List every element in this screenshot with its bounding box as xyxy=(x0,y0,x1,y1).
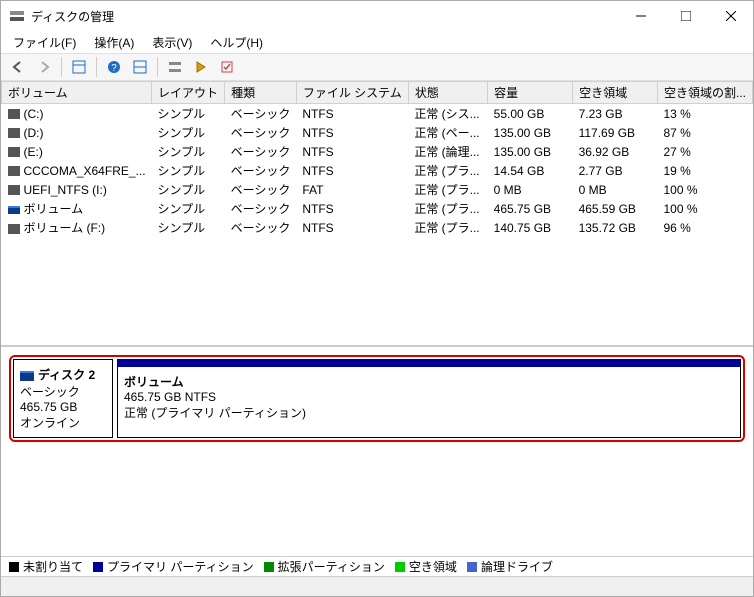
legend-extended: 拡張パーティション xyxy=(278,558,385,575)
disk-size: 465.75 GB xyxy=(20,400,106,414)
menu-action[interactable]: 操作(A) xyxy=(86,32,142,53)
legend-primary-swatch xyxy=(93,562,103,572)
legend-unalloc-swatch xyxy=(9,562,19,572)
app-icon xyxy=(9,8,25,24)
table-row[interactable]: (C:)シンプルベーシックNTFS正常 (シス...55.00 GB7.23 G… xyxy=(2,104,753,124)
refresh-button[interactable] xyxy=(190,56,212,78)
col-filesystem[interactable]: ファイル システム xyxy=(296,82,408,104)
statusbar xyxy=(1,576,753,596)
help-button[interactable]: ? xyxy=(103,56,125,78)
col-type[interactable]: 種類 xyxy=(225,82,297,104)
col-free[interactable]: 空き領域 xyxy=(573,82,658,104)
graphical-view[interactable]: ディスク 2 ベーシック 465.75 GB オンライン ボリューム 465.7… xyxy=(1,346,753,576)
col-status[interactable]: 状態 xyxy=(408,82,487,104)
forward-button[interactable] xyxy=(33,56,55,78)
svg-text:?: ? xyxy=(111,63,117,74)
disk-row[interactable]: ディスク 2 ベーシック 465.75 GB オンライン ボリューム 465.7… xyxy=(9,355,745,442)
volume-icon xyxy=(8,147,20,157)
properties-button[interactable] xyxy=(216,56,238,78)
col-layout[interactable]: レイアウト xyxy=(152,82,225,104)
view-button-1[interactable] xyxy=(68,56,90,78)
legend: 未割り当て プライマリ パーティション 拡張パーティション 空き領域 論理ドライ… xyxy=(1,556,753,576)
col-capacity[interactable]: 容量 xyxy=(488,82,573,104)
legend-free-swatch xyxy=(395,562,405,572)
menubar: ファイル(F) 操作(A) 表示(V) ヘルプ(H) xyxy=(1,31,753,53)
back-button[interactable] xyxy=(7,56,29,78)
menu-help[interactable]: ヘルプ(H) xyxy=(202,32,271,53)
minimize-button[interactable] xyxy=(618,1,663,31)
disk-type: ベーシック xyxy=(20,383,106,400)
partition-name: ボリューム xyxy=(124,375,184,389)
titlebar: ディスクの管理 xyxy=(1,1,753,31)
legend-extended-swatch xyxy=(264,562,274,572)
disk-state: オンライン xyxy=(20,414,106,431)
table-row[interactable]: (E:)シンプルベーシックNTFS正常 (論理...135.00 GB36.92… xyxy=(2,142,753,161)
legend-primary: プライマリ パーティション xyxy=(107,558,254,575)
table-row[interactable]: ボリューム (F:)シンプルベーシックNTFS正常 (プラ...140.75 G… xyxy=(2,218,753,237)
maximize-button[interactable] xyxy=(663,1,708,31)
table-row[interactable]: ボリュームシンプルベーシックNTFS正常 (プラ...465.75 GB465.… xyxy=(2,199,753,218)
column-headers[interactable]: ボリューム レイアウト 種類 ファイル システム 状態 容量 空き領域 空き領域… xyxy=(2,82,753,104)
disk-icon xyxy=(20,371,34,381)
table-row[interactable]: (D:)シンプルベーシックNTFS正常 (ペー...135.00 GB117.6… xyxy=(2,123,753,142)
legend-logical: 論理ドライブ xyxy=(481,558,553,575)
volume-icon xyxy=(8,224,20,234)
menu-file[interactable]: ファイル(F) xyxy=(5,32,84,53)
partition-status: 正常 (プライマリ パーティション) xyxy=(124,404,734,421)
volume-icon xyxy=(8,206,20,214)
disk-label[interactable]: ディスク 2 ベーシック 465.75 GB オンライン xyxy=(13,359,113,438)
window-controls xyxy=(618,1,753,31)
legend-unalloc: 未割り当て xyxy=(23,558,83,575)
disk-name: ディスク 2 xyxy=(38,368,95,382)
close-button[interactable] xyxy=(708,1,753,31)
volume-icon xyxy=(8,185,20,195)
window-title: ディスクの管理 xyxy=(31,8,618,25)
list-view-button[interactable] xyxy=(164,56,186,78)
volume-icon xyxy=(8,166,20,176)
legend-logical-swatch xyxy=(467,562,477,572)
col-percent[interactable]: 空き領域の割... xyxy=(657,82,752,104)
volume-icon xyxy=(8,128,20,138)
partition-info: 465.75 GB NTFS xyxy=(124,390,734,404)
toolbar: ? xyxy=(1,53,753,81)
volume-icon xyxy=(8,109,20,119)
col-volume[interactable]: ボリューム xyxy=(2,82,152,104)
table-row[interactable]: UEFI_NTFS (I:)シンプルベーシックFAT正常 (プラ...0 MB0… xyxy=(2,180,753,199)
partition[interactable]: ボリューム 465.75 GB NTFS 正常 (プライマリ パーティション) xyxy=(117,359,741,438)
table-row[interactable]: CCCOMA_X64FRE_...シンプルベーシックNTFS正常 (プラ...1… xyxy=(2,161,753,180)
volume-list[interactable]: ボリューム レイアウト 種類 ファイル システム 状態 容量 空き領域 空き領域… xyxy=(1,81,753,346)
legend-free: 空き領域 xyxy=(409,558,457,575)
menu-view[interactable]: 表示(V) xyxy=(144,32,200,53)
view-button-2[interactable] xyxy=(129,56,151,78)
